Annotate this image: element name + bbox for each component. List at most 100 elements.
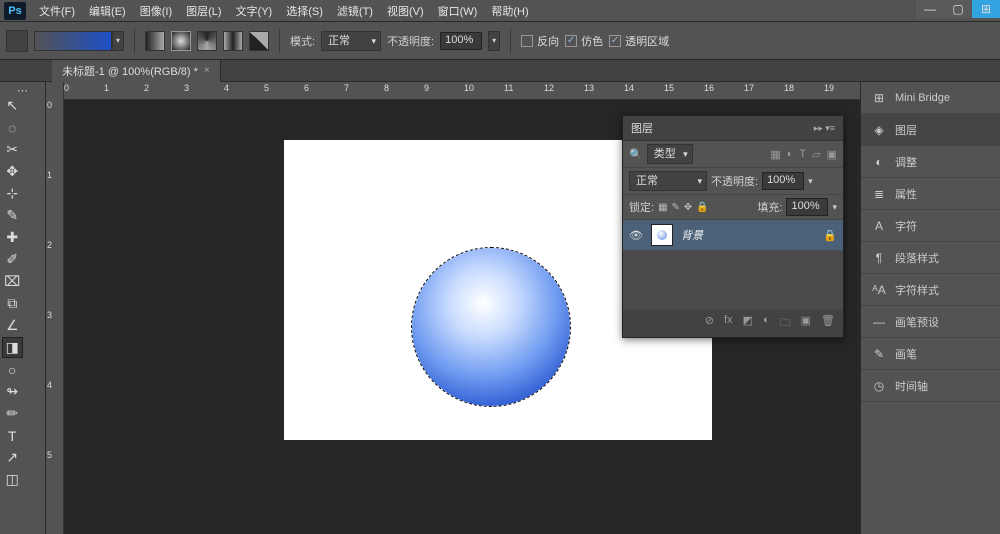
- reverse-checkbox[interactable]: 反向: [521, 33, 559, 49]
- fill-dd-icon[interactable]: ▾: [832, 202, 837, 213]
- panel-character[interactable]: A字符: [861, 210, 1000, 242]
- dodge-tool[interactable]: ↬: [2, 381, 23, 402]
- path-select-tool[interactable]: ↗: [2, 447, 23, 468]
- panel-paragraph-styles[interactable]: ¶段落样式: [861, 242, 1000, 274]
- move-tool[interactable]: ↖: [2, 95, 23, 116]
- panel-menu-icon[interactable]: ▸▸ ▾≡: [814, 123, 835, 134]
- lasso-tool[interactable]: ✂: [2, 139, 23, 160]
- lock-all-icon[interactable]: 🔒: [696, 202, 708, 213]
- tool-col2[interactable]: [23, 205, 44, 226]
- minimize-button[interactable]: —: [916, 0, 944, 18]
- gradient-linear-icon[interactable]: [145, 31, 165, 51]
- marquee-tool[interactable]: ◌: [2, 117, 23, 138]
- gradient-picker-dropdown[interactable]: ▾: [112, 31, 124, 51]
- brush-tool[interactable]: ✐: [2, 249, 23, 270]
- tool-col2[interactable]: [23, 359, 44, 380]
- menu-help[interactable]: 帮助(H): [484, 1, 535, 21]
- panel-timeline[interactable]: ◷时间轴: [861, 370, 1000, 402]
- lock-transparent-icon[interactable]: ▦: [658, 202, 667, 213]
- link-layers-icon[interactable]: ⊘: [705, 314, 714, 333]
- opacity-input[interactable]: 100%: [440, 32, 482, 50]
- tool-col2[interactable]: [23, 469, 44, 490]
- layer-name[interactable]: 背景: [681, 227, 815, 243]
- visibility-icon[interactable]: 👁: [629, 229, 643, 242]
- tool-col2[interactable]: [23, 293, 44, 314]
- tool-col2[interactable]: [23, 95, 44, 116]
- lock-image-icon[interactable]: ✎: [672, 202, 680, 213]
- delete-layer-icon[interactable]: 🗑: [821, 314, 835, 333]
- gradient-angle-icon[interactable]: [197, 31, 217, 51]
- menu-edit[interactable]: 编辑(E): [82, 1, 133, 21]
- mask-icon[interactable]: ◩: [743, 314, 753, 333]
- transparency-checkbox[interactable]: ✓透明区域: [609, 33, 669, 49]
- menu-filter[interactable]: 滤镜(T): [330, 1, 380, 21]
- type-tool[interactable]: T: [2, 425, 23, 446]
- filter-adjust-icon[interactable]: ◐: [787, 148, 794, 161]
- menu-select[interactable]: 选择(S): [279, 1, 330, 21]
- pen-tool[interactable]: ✏: [2, 403, 23, 424]
- circular-selection[interactable]: [411, 247, 571, 407]
- tool-col2[interactable]: [23, 403, 44, 424]
- panel-brush-presets[interactable]: ―画笔预设: [861, 306, 1000, 338]
- layer-fill-input[interactable]: 100%: [786, 198, 828, 216]
- close-tab-icon[interactable]: ×: [204, 65, 210, 76]
- crop-tool[interactable]: ⊹: [2, 183, 23, 204]
- tool-col2[interactable]: [23, 447, 44, 468]
- gradient-tool[interactable]: ◨: [2, 337, 23, 358]
- eyedropper-tool[interactable]: ✎: [2, 205, 23, 226]
- document-tab[interactable]: 未标题-1 @ 100%(RGB/8) * ×: [52, 60, 221, 82]
- lock-position-icon[interactable]: ✥: [684, 202, 692, 213]
- close-button[interactable]: ⊞: [972, 0, 1000, 18]
- panel-brush[interactable]: ✎画笔: [861, 338, 1000, 370]
- tool-preset-picker[interactable]: [6, 30, 28, 52]
- dither-checkbox[interactable]: ✓仿色: [565, 33, 603, 49]
- menu-file[interactable]: 文件(F): [32, 1, 82, 21]
- gradient-reflected-icon[interactable]: [223, 31, 243, 51]
- layers-panel-titlebar[interactable]: 图层 ▸▸ ▾≡: [623, 116, 843, 141]
- filter-smart-icon[interactable]: ▣: [827, 148, 837, 161]
- tool-col2[interactable]: [23, 315, 44, 336]
- vertical-ruler[interactable]: 0 1 2 3 4 5: [46, 82, 64, 534]
- panel-properties[interactable]: ≣属性: [861, 178, 1000, 210]
- filter-pixel-icon[interactable]: ▦: [770, 148, 780, 161]
- fx-icon[interactable]: fx: [724, 314, 733, 333]
- tool-col2[interactable]: [23, 249, 44, 270]
- opacity-dd-icon[interactable]: ▾: [808, 176, 813, 187]
- toolbox-handle[interactable]: ⋯: [2, 86, 43, 94]
- magic-wand-tool[interactable]: ✥: [2, 161, 23, 182]
- tool-col2[interactable]: [23, 161, 44, 182]
- menu-image[interactable]: 图像(I): [133, 1, 179, 21]
- shape-tool[interactable]: ◫: [2, 469, 23, 490]
- horizontal-ruler[interactable]: 0 1 2 3 4 5 6 7 8 9 10 11 12 13 14 15 16…: [64, 82, 860, 100]
- menu-layer[interactable]: 图层(L): [179, 1, 228, 21]
- gradient-preview[interactable]: [34, 31, 112, 51]
- opacity-slider-toggle[interactable]: ▾: [488, 31, 500, 51]
- tool-col2[interactable]: [23, 381, 44, 402]
- adjustment-layer-icon[interactable]: ◐: [763, 314, 770, 333]
- filter-type-icon[interactable]: T: [799, 148, 806, 161]
- panel-adjustments[interactable]: ◐调整: [861, 146, 1000, 178]
- gradient-radial-icon[interactable]: [171, 31, 191, 51]
- history-brush-tool[interactable]: ⧉: [2, 293, 23, 314]
- layers-panel[interactable]: 图层 ▸▸ ▾≡ 🔍 类型 ▦ ◐ T ▱ ▣ 正常 不透明度: 100% ▾ …: [622, 115, 844, 338]
- stamp-tool[interactable]: ⌧: [2, 271, 23, 292]
- panel-mini-bridge[interactable]: ⊞Mini Bridge: [861, 82, 1000, 114]
- tool-col2[interactable]: [23, 337, 43, 358]
- panel-char-styles[interactable]: ᴬA字符样式: [861, 274, 1000, 306]
- menu-type[interactable]: 文字(Y): [229, 1, 280, 21]
- filter-shape-icon[interactable]: ▱: [812, 148, 820, 161]
- tool-col2[interactable]: [23, 271, 44, 292]
- group-icon[interactable]: 🗀: [780, 314, 791, 333]
- menu-window[interactable]: 窗口(W): [431, 1, 485, 21]
- blend-mode-dropdown[interactable]: 正常: [321, 31, 381, 51]
- layer-row-background[interactable]: 👁 背景 🔒: [623, 220, 843, 250]
- healing-tool[interactable]: ✚: [2, 227, 23, 248]
- filter-type-dropdown[interactable]: 类型: [647, 144, 693, 164]
- tool-col2[interactable]: [23, 139, 44, 160]
- eraser-tool[interactable]: ∠: [2, 315, 23, 336]
- panel-layers[interactable]: ◈图层: [861, 114, 1000, 146]
- tool-col2[interactable]: [23, 227, 44, 248]
- gradient-diamond-icon[interactable]: [249, 31, 269, 51]
- tool-col2[interactable]: [23, 425, 44, 446]
- layer-opacity-input[interactable]: 100%: [762, 172, 804, 190]
